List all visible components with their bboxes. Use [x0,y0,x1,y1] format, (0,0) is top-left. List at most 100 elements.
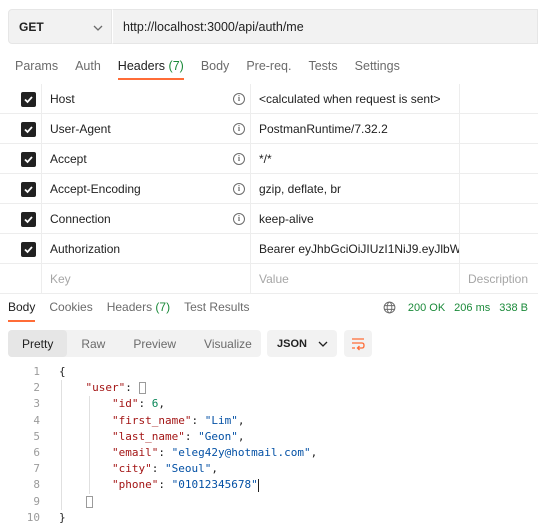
info-icon[interactable]: i [233,213,245,225]
tab-label: Auth [75,59,101,73]
header-description[interactable] [460,144,538,173]
header-checkbox[interactable] [0,144,42,174]
bracket-match-icon [138,382,146,395]
header-value[interactable]: keep-alive [251,204,460,233]
new-header-description-input[interactable]: Description [460,264,538,293]
header-key[interactable]: Accept i [42,144,251,173]
response-tab-test-results[interactable]: Test Results [184,300,249,322]
line-number: 9 [33,494,40,508]
json-key: "phone" [111,478,159,492]
url-input[interactable]: http://localhost:3000/api/auth/me [112,9,538,44]
json-string: "Geon" [198,429,238,443]
info-icon[interactable]: i [233,153,245,165]
header-row-authorization: Authorization Bearer eyJhbGciOiJIUzI1NiJ… [0,234,538,264]
new-header-key-input[interactable]: Key [42,264,251,293]
response-tab-cookies[interactable]: Cookies [49,300,92,322]
header-row-user-agent: User-Agent i PostmanRuntime/7.32.2 [0,114,538,144]
header-description[interactable] [460,174,538,203]
code-text: "user": [59,380,146,396]
header-checkbox[interactable] [0,174,42,204]
line-number: 10 [26,510,40,524]
tab-auth[interactable]: Auth [75,58,101,80]
json-key: "user" [85,381,126,395]
line-number: 3 [33,397,40,411]
json-key: "city" [111,462,152,476]
view-label: Raw [81,336,106,351]
header-description[interactable] [460,84,538,113]
header-key[interactable]: User-Agent i [42,114,251,143]
header-value[interactable]: Bearer eyJhbGciOiJIUzI1NiJ9.eyJlbW... [251,234,460,263]
tab-headers[interactable]: Headers (7) [117,58,184,80]
json-key: "first_name" [111,413,192,427]
info-icon[interactable]: i [233,123,245,135]
view-preview[interactable]: Preview [119,330,190,357]
tab-params[interactable]: Params [15,58,58,80]
header-checkbox[interactable] [0,204,42,234]
json-string: "Lim" [204,413,238,427]
method-select[interactable]: GET [8,9,112,44]
response-time[interactable]: 206 ms [454,302,490,314]
response-size[interactable]: 338 B [499,302,528,314]
header-key-text: Host [50,91,75,106]
line-number: 1 [33,365,40,378]
code-line: 6 "email": "eleg42y@hotmail.com", [0,445,538,461]
view-pretty[interactable]: Pretty [8,330,68,357]
response-tab-headers[interactable]: Headers (7) [107,300,170,322]
code-text [59,494,93,510]
header-description[interactable] [460,204,538,233]
view-visualize[interactable]: Visualize [190,330,266,357]
json-key: "email" [111,445,159,459]
line-number: 6 [33,445,40,459]
header-checkbox[interactable] [0,114,42,144]
info-icon[interactable]: i [233,183,245,195]
tab-label: Body [200,59,230,73]
tab-label: Params [15,59,59,73]
code-text: "city": "Seoul", [111,462,218,476]
wrap-lines-button[interactable] [344,330,372,357]
tab-label: Headers [106,300,153,314]
header-key[interactable]: Accept-Encoding i [42,174,251,203]
new-header-value-input[interactable]: Value [251,264,460,293]
header-value-text: gzip, deflate, br [259,181,342,196]
header-description[interactable] [460,114,538,143]
tab-count-badge: (7) [168,59,184,73]
info-icon[interactable]: i [233,93,245,105]
response-body-code[interactable]: 1{ 2 "user": 3 "id": 6, 4 "first_name": … [0,364,538,526]
header-value-text: PostmanRuntime/7.32.2 [259,121,388,136]
header-value[interactable]: gzip, deflate, br [251,174,460,203]
globe-icon[interactable] [383,301,396,314]
tab-body[interactable]: Body [201,58,230,80]
header-value[interactable]: <calculated when request is sent> [251,84,460,113]
view-label: Visualize [204,336,252,351]
header-checkbox[interactable] [0,84,42,114]
header-key[interactable]: Connection i [42,204,251,233]
response-tab-body[interactable]: Body [8,300,36,322]
header-key[interactable]: Authorization [42,234,251,263]
tab-tests[interactable]: Tests [308,58,337,80]
tab-count-badge: (7) [155,300,171,314]
header-key[interactable]: Host i [42,84,251,113]
response-tabs: Body Cookies Headers (7) Test Results [8,300,263,322]
header-value[interactable]: */* [251,144,460,173]
code-text: "last_name": "Geon", [111,429,245,443]
format-select[interactable]: JSON [267,330,337,357]
header-checkbox[interactable] [0,234,42,264]
checkbox-checked-icon [21,92,36,107]
wrap-lines-icon [352,338,365,351]
view-raw[interactable]: Raw [67,330,119,357]
header-key-text: Authorization [50,241,121,256]
response-status-bar: 200 OK 206 ms 338 B [383,301,528,314]
status-code[interactable]: 200 OK [408,302,445,314]
code-line: 7 "city": "Seoul", [0,461,538,477]
tab-pre-request[interactable]: Pre-req. [246,58,291,80]
header-key-text: Accept-Encoding [50,181,141,196]
header-value-text: Bearer eyJhbGciOiJIUzI1NiJ9.eyJlbW... [259,241,460,256]
header-value[interactable]: PostmanRuntime/7.32.2 [251,114,460,143]
header-description[interactable] [460,234,538,263]
header-row-accept-encoding: Accept-Encoding i gzip, deflate, br [0,174,538,204]
tab-settings[interactable]: Settings [355,58,400,80]
json-string: "01012345678" [171,478,258,492]
header-key-text: User-Agent [50,121,111,136]
json-key: "last_name" [111,429,185,443]
code-line: 3 "id": 6, [0,396,538,412]
